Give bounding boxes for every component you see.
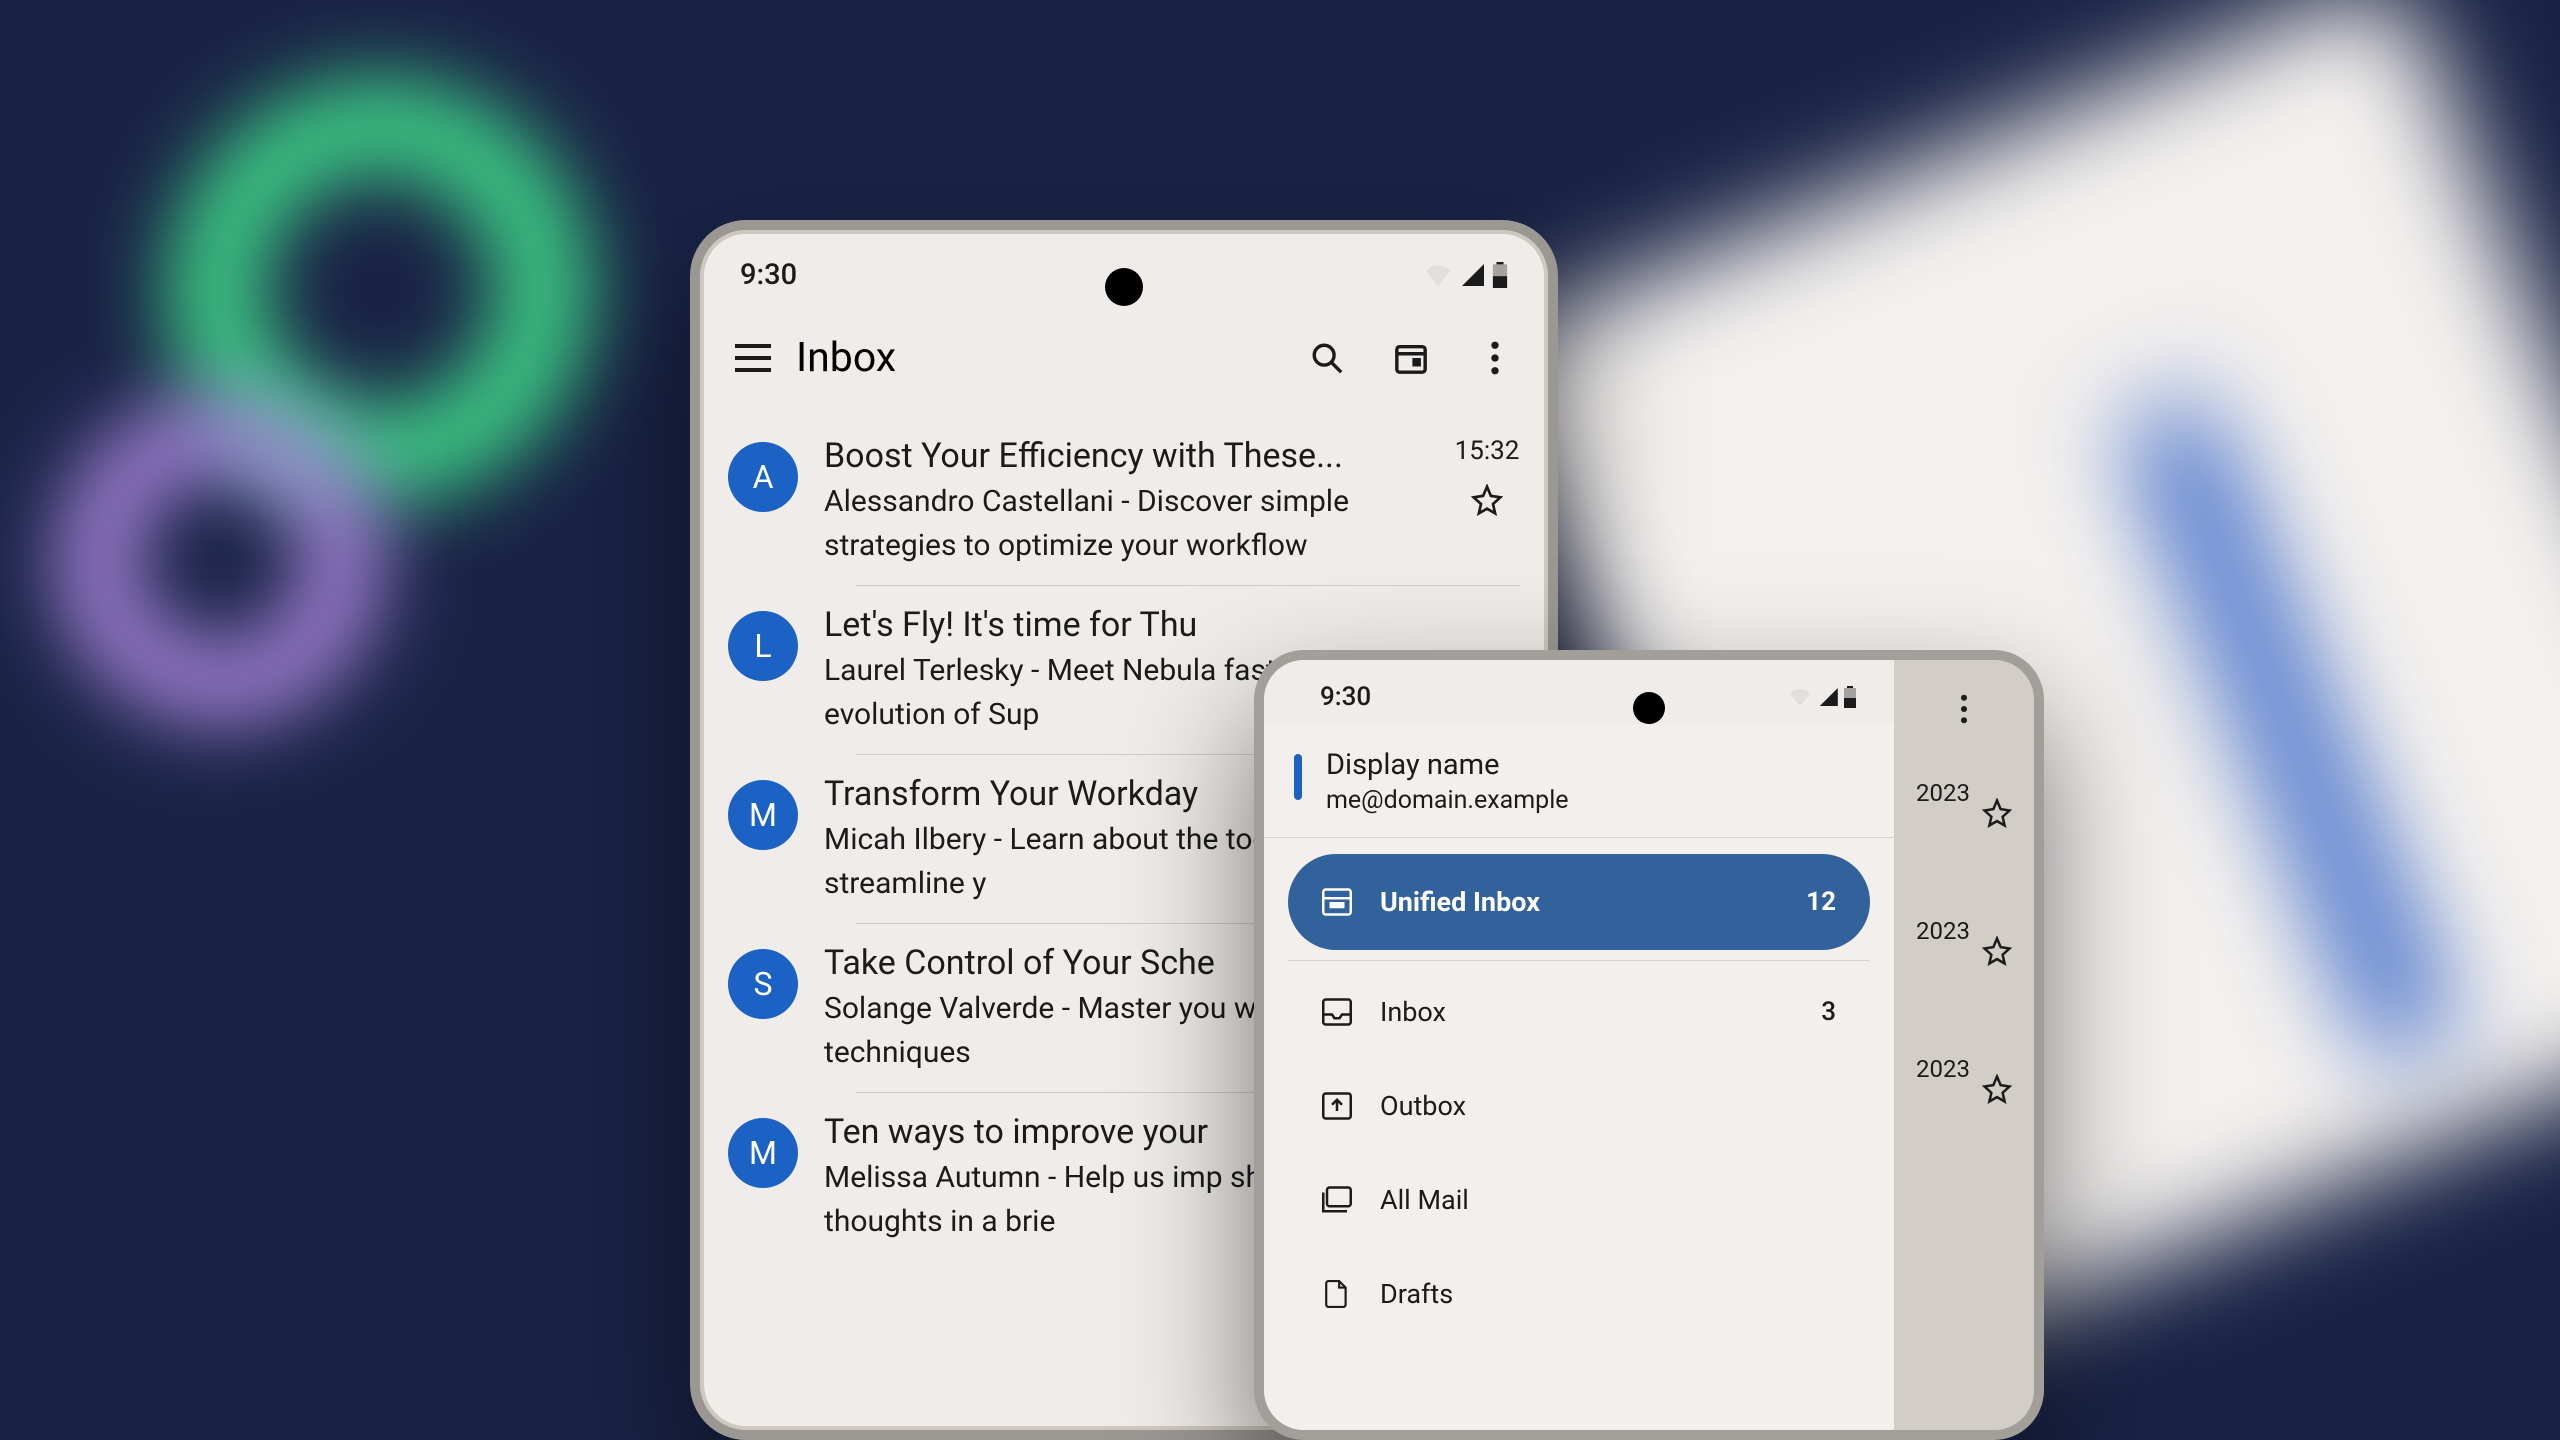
nav-list: Unified Inbox 12 Inbox 3 Outbox All Mail… [1264,850,1894,1343]
status-time: 9:30 [740,258,797,292]
outbox-icon [1322,1092,1352,1120]
more-icon[interactable] [1894,694,2034,724]
avatar: L [728,611,798,681]
divider [1264,837,1894,838]
account-email: me@domain.example [1326,786,1569,815]
camera-hole [1633,692,1665,724]
star-icon[interactable] [1471,484,1503,516]
mail-item[interactable]: A Boost Your Efficiency with These... Al… [728,416,1520,585]
nav-count: 3 [1821,997,1836,1027]
star-icon[interactable] [1982,1074,2012,1104]
mail-year: 2023 [1916,1055,1970,1083]
status-bar: 9:30 [1264,660,1894,724]
search-icon[interactable] [1304,335,1350,381]
signal-icon [1818,688,1838,706]
nav-label: Drafts [1380,1278,1836,1310]
mail-subject: Boost Your Efficiency with These... [824,436,1428,476]
inbox-icon [1322,998,1352,1026]
calendar-icon[interactable] [1388,335,1434,381]
divider [1288,960,1870,961]
nav-count: 12 [1806,887,1836,917]
wifi-icon [1424,264,1452,286]
star-icon[interactable] [1982,798,2012,828]
list-item[interactable]: 2023 [1894,862,2034,1000]
account-header[interactable]: Display name me@domain.example [1264,724,1894,837]
list-item[interactable]: 2023 [1894,1000,2034,1138]
avatar: M [728,1118,798,1188]
mail-year: 2023 [1916,917,1970,945]
nav-drawer: 9:30 Display name me@dom [1264,660,1894,1430]
avatar: A [728,442,798,512]
signal-icon [1460,264,1484,286]
allmail-icon [1322,1186,1352,1214]
nav-item-outbox[interactable]: Outbox [1288,1061,1870,1151]
app-bar: Inbox [700,308,1548,416]
mail-year: 2023 [1916,779,1970,807]
avatar: M [728,780,798,850]
drafts-icon [1322,1280,1352,1308]
camera-hole [1105,268,1143,306]
mail-subject: Let's Fly! It's time for Thu [824,605,1520,645]
battery-icon [1844,686,1856,708]
nav-label: Inbox [1380,996,1793,1028]
nav-item-inbox[interactable]: Inbox 3 [1288,967,1870,1057]
list-item[interactable]: 2023 [1894,724,2034,862]
star-icon[interactable] [1982,936,2012,966]
mail-preview: Alessandro Castellani - Discover simple … [824,480,1428,567]
page-title: Inbox [796,334,1304,382]
battery-icon [1492,262,1508,288]
content-behind-drawer: 2023 2023 2023 [1894,660,2034,1430]
account-accent [1294,754,1302,800]
phone-drawer: 9:30 Display name me@dom [1254,650,2044,1440]
wifi-icon [1788,688,1812,706]
unified-icon [1322,888,1352,916]
nav-label: Outbox [1380,1090,1836,1122]
more-icon[interactable] [1472,335,1518,381]
nav-item-unified-inbox[interactable]: Unified Inbox 12 [1288,854,1870,950]
mail-time: 15:32 [1455,436,1520,466]
menu-icon[interactable] [730,335,776,381]
nav-label: All Mail [1380,1184,1836,1216]
nav-item-drafts[interactable]: Drafts [1288,1249,1870,1339]
account-display-name: Display name [1326,748,1569,782]
nav-item-all-mail[interactable]: All Mail [1288,1155,1870,1245]
status-time: 9:30 [1320,682,1371,712]
nav-label: Unified Inbox [1380,886,1778,918]
avatar: S [728,949,798,1019]
